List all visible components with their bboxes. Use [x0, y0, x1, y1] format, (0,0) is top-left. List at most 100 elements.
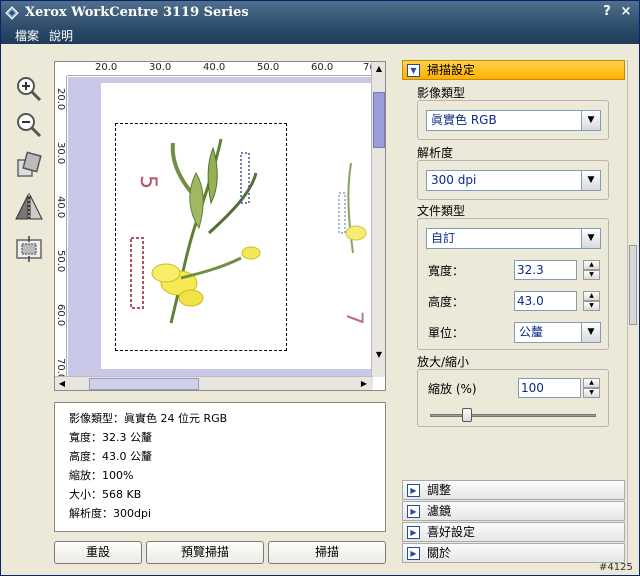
unit-value: 公釐	[519, 325, 544, 339]
image-info-panel: 影像類型：眞實色 24 位元 RGB 寬度：32.3 公釐 高度：43.0 公釐…	[54, 402, 386, 532]
scan-canvas[interactable]: 5 7	[68, 77, 373, 377]
info-image-type: 影像類型：眞實色 24 位元 RGB	[69, 412, 228, 425]
stepper-down-icon[interactable]: ▼	[583, 301, 600, 311]
chevron-down-icon[interactable]: ▼	[581, 171, 600, 190]
image-type-select[interactable]: 眞實色 RGB ▼	[426, 110, 601, 131]
width-input[interactable]: 32.3	[514, 260, 577, 280]
zoom-in-icon[interactable]	[13, 74, 45, 104]
info-size: 大小：568 KB	[69, 488, 142, 501]
flip-icon[interactable]	[13, 192, 45, 222]
svg-text:7: 7	[341, 311, 366, 325]
section-filter[interactable]: ▶ 濾鏡	[402, 501, 625, 521]
rotate-icon[interactable]	[13, 150, 45, 180]
chevron-right-icon: ▶	[407, 505, 420, 518]
scale-label: 縮放 (%)	[428, 382, 477, 396]
width-stepper[interactable]: ▲ ▼	[583, 260, 600, 280]
chevron-right-icon: ▶	[407, 526, 420, 539]
chevron-right-icon: ▶	[407, 547, 420, 560]
ruler-label: 50.0	[257, 62, 280, 73]
doc-type-label: 文件類型	[417, 204, 466, 218]
resolution-select[interactable]: 300 dpi ▼	[426, 170, 601, 191]
image-type-label: 影像類型	[417, 86, 466, 100]
unit-select[interactable]: 公釐 ▼	[514, 322, 601, 343]
scan-button[interactable]: 掃描	[268, 541, 386, 564]
preview-scan-button[interactable]: 預覽掃描	[146, 541, 264, 564]
doc-type-group: 自訂 ▼ 寬度： 32.3 ▲ ▼ 高度： 43.0 ▲ ▼ 單位： 公釐 ▼	[417, 218, 609, 350]
resolution-group: 300 dpi ▼	[417, 160, 609, 200]
xerox-logo-icon	[5, 6, 19, 20]
zoom-out-icon[interactable]	[13, 110, 45, 140]
chevron-down-icon[interactable]: ▼	[581, 229, 600, 248]
vertical-scroll-thumb[interactable]	[373, 92, 385, 148]
doc-type-select[interactable]: 自訂 ▼	[426, 228, 601, 249]
stepper-up-icon[interactable]: ▲	[583, 260, 600, 270]
settings-scrollbar[interactable]	[627, 60, 637, 565]
scroll-right-icon[interactable]: ▶	[358, 378, 370, 390]
chevron-right-icon: ▶	[407, 484, 420, 497]
main-content: 20.0 30.0 40.0 50.0 60.0 7( 20.0 30.0 40…	[1, 44, 639, 575]
width-label: 寬度：	[428, 264, 465, 278]
stepper-down-icon[interactable]: ▼	[583, 388, 600, 398]
help-button[interactable]: ?	[599, 4, 615, 20]
ruler-label: 40.0	[55, 196, 66, 219]
preview-area: 20.0 30.0 40.0 50.0 60.0 7( 20.0 30.0 40…	[54, 61, 386, 391]
image-type-group: 眞實色 RGB ▼	[417, 100, 609, 140]
section-adjust[interactable]: ▶ 調整	[402, 480, 625, 500]
scale-input[interactable]: 100	[518, 378, 581, 398]
ruler-label: 30.0	[55, 142, 66, 165]
selection-rectangle[interactable]	[115, 123, 287, 351]
scroll-left-icon[interactable]: ◀	[56, 378, 68, 390]
section-title: 濾鏡	[427, 504, 452, 518]
scroll-up-icon[interactable]: ▲	[373, 63, 385, 75]
fit-page-icon[interactable]	[13, 234, 45, 264]
info-width: 寬度：32.3 公釐	[69, 431, 152, 444]
section-title: 掃描設定	[427, 63, 476, 77]
screenshot-id-badge: #4125	[599, 562, 633, 573]
menu-file[interactable]: 檔案	[15, 27, 39, 44]
section-title: 關於	[427, 546, 452, 560]
scanner-window: Xerox WorkCentre 3119 Series ? × 檔案 說明 2…	[0, 0, 640, 576]
ruler-label: 50.0	[55, 250, 66, 273]
scroll-down-icon[interactable]: ▼	[373, 349, 385, 361]
info-height: 高度：43.0 公釐	[69, 450, 152, 463]
reset-button[interactable]: 重設	[54, 541, 142, 564]
window-title: Xerox WorkCentre 3119 Series	[25, 5, 249, 20]
title-bar: Xerox WorkCentre 3119 Series ? ×	[1, 1, 639, 25]
ruler-top: 20.0 30.0 40.0 50.0 60.0 7(	[67, 62, 373, 76]
ruler-label: 20.0	[95, 62, 118, 73]
section-title: 喜好設定	[427, 525, 476, 539]
ruler-label: 60.0	[55, 304, 66, 327]
ruler-label: 70.0	[55, 358, 66, 377]
scale-slider-thumb[interactable]	[461, 408, 472, 422]
close-button[interactable]: ×	[618, 4, 634, 20]
ruler-label: 40.0	[203, 62, 226, 73]
menu-bar: 檔案 說明	[1, 25, 639, 44]
scale-stepper[interactable]: ▲ ▼	[583, 378, 600, 398]
preview-horizontal-scrollbar[interactable]: ◀ ▶	[55, 376, 373, 390]
stepper-down-icon[interactable]: ▼	[583, 270, 600, 280]
resolution-label: 解析度	[417, 146, 454, 160]
scale-slider-track[interactable]	[430, 414, 596, 417]
chevron-down-icon: ▼	[407, 64, 420, 77]
height-input[interactable]: 43.0	[514, 291, 577, 311]
unit-label: 單位：	[428, 326, 465, 340]
chevron-down-icon[interactable]: ▼	[581, 111, 600, 130]
ruler-label: 60.0	[311, 62, 334, 73]
scale-group: 縮放 (%) 100 ▲ ▼	[417, 369, 609, 427]
section-about[interactable]: ▶ 關於	[402, 543, 625, 563]
settings-scroll-thumb[interactable]	[629, 245, 637, 325]
doc-type-value: 自訂	[431, 231, 456, 245]
ruler-label: 20.0	[55, 88, 66, 111]
image-type-value: 眞實色 RGB	[431, 113, 497, 127]
stepper-up-icon[interactable]: ▲	[583, 378, 600, 388]
section-preferences[interactable]: ▶ 喜好設定	[402, 522, 625, 542]
chevron-down-icon[interactable]: ▼	[581, 323, 600, 342]
section-scan-settings[interactable]: ▼ 掃描設定	[402, 60, 625, 80]
ruler-label: 30.0	[149, 62, 172, 73]
horizontal-scroll-thumb[interactable]	[89, 378, 199, 390]
menu-help[interactable]: 說明	[49, 27, 73, 44]
stepper-up-icon[interactable]: ▲	[583, 291, 600, 301]
preview-vertical-scrollbar[interactable]: ▲ ▼	[371, 62, 385, 377]
height-label: 高度：	[428, 295, 465, 309]
height-stepper[interactable]: ▲ ▼	[583, 291, 600, 311]
